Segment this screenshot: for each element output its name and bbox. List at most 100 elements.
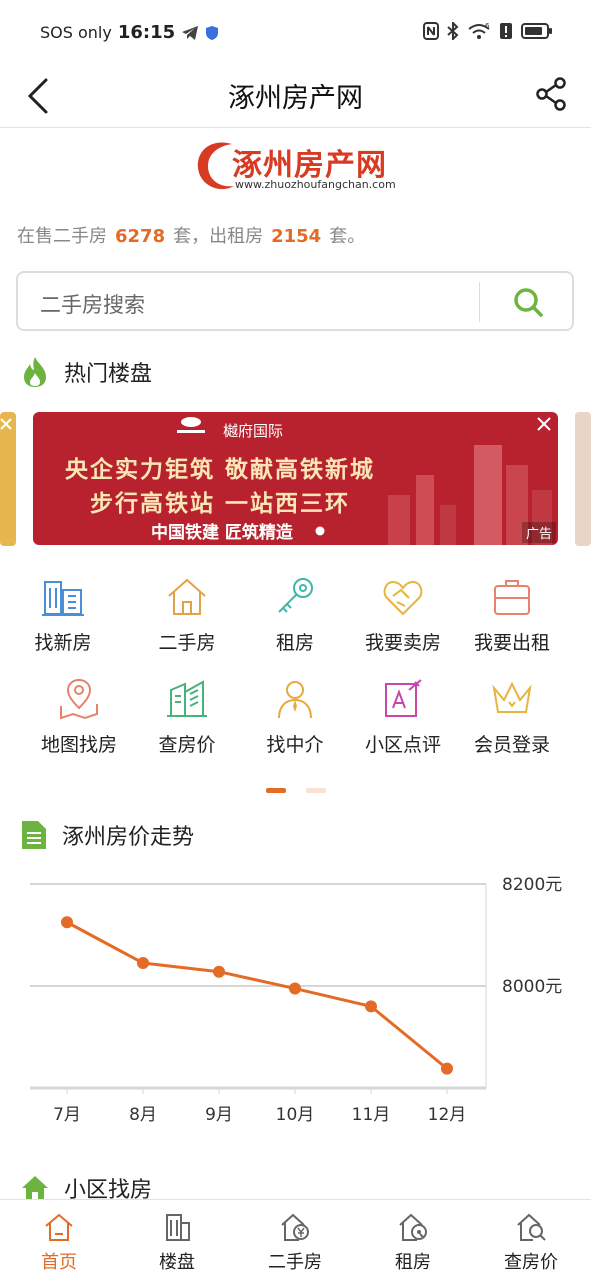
chart-x-tick-label: 7月 <box>53 1105 81 1125</box>
stats-mid: 套，出租房 <box>173 226 264 247</box>
hot-section-title: 热门楼盘 <box>64 362 153 387</box>
menu-item-lease[interactable]: 我要出租 <box>453 576 571 655</box>
yen-house-icon <box>281 1213 309 1241</box>
menu-item-rent[interactable]: 租房 <box>236 576 354 655</box>
stats-prefix: 在售二手房 <box>17 226 107 247</box>
home-icon <box>45 1213 73 1241</box>
crown-icon <box>492 681 532 713</box>
menu-label: 二手房 <box>158 632 216 654</box>
fire-icon <box>24 357 46 387</box>
house-fill-icon <box>22 1176 48 1202</box>
chart-series-line <box>66 920 448 1070</box>
site-logo: 涿州房产网 www.zhuozhoufangchan.com <box>192 136 402 200</box>
menu-label: 找中介 <box>266 734 324 756</box>
search-icon[interactable] <box>512 286 544 318</box>
tab-projects[interactable]: 楼盘 <box>118 1212 236 1274</box>
menu-item-agent[interactable]: 找中介 <box>236 678 354 757</box>
tab-label: 二手房 <box>268 1252 322 1273</box>
chart-x-tick-label: 11月 <box>352 1105 391 1125</box>
chart-x-tick-label: 9月 <box>205 1105 233 1125</box>
chart-data-point <box>441 1062 453 1075</box>
chart-x-tick-label: 12月 <box>428 1105 467 1125</box>
menu-item-sell[interactable]: 我要卖房 <box>344 576 462 655</box>
tab-label: 楼盘 <box>159 1252 195 1273</box>
trend-section-header: 涿州房价走势 <box>20 819 194 851</box>
status-left: SOS only 16:15 <box>40 22 219 43</box>
menu-item-login[interactable]: 会员登录 <box>453 678 571 757</box>
review-icon <box>385 679 422 717</box>
carrier-text: SOS only <box>40 23 112 42</box>
hot-section-header: 热门楼盘 <box>20 356 152 388</box>
search-box[interactable]: 二手房搜索 <box>16 271 574 331</box>
rent-house-icon <box>399 1213 427 1241</box>
banner-ad[interactable]: 樾府国际 央企实力钜筑 敬献高铁新城 步行高铁站 一站西三环 中国铁建 匠筑精造… <box>33 412 558 545</box>
menu-label: 小区点评 <box>364 734 441 756</box>
menu-item-map[interactable]: 地图找房 <box>20 678 138 757</box>
listing-stats: 在售二手房 6278 套，出租房 2154 套。 <box>17 222 365 248</box>
wifi-icon: 6 <box>468 22 490 39</box>
chart-y-tick-label: 8000元 <box>502 977 562 997</box>
price-trend-chart: 8200元 8000元 7月 8月 9月 10月 11月 12月 <box>30 875 562 1125</box>
nfc-icon <box>423 22 439 40</box>
sale-count: 6278 <box>115 226 166 247</box>
pager-dot-active[interactable] <box>266 788 286 793</box>
shield-icon <box>206 25 219 40</box>
menu-item-second-hand[interactable]: 二手房 <box>128 576 246 655</box>
map-pin-icon <box>60 678 98 720</box>
banner-next-peek[interactable] <box>575 412 591 546</box>
alert-icon <box>500 23 512 39</box>
stats-suffix: 套。 <box>329 226 366 247</box>
page-title: 涿州房产网 <box>228 83 363 114</box>
house-icon <box>168 578 206 615</box>
grid-pager <box>266 788 326 793</box>
logo-url: www.zhuozhoufangchan.com <box>235 178 396 191</box>
close-icon[interactable] <box>0 418 12 430</box>
building-icon <box>42 581 84 616</box>
banner-line-3: 中国铁建 匠筑精造 <box>151 523 293 543</box>
menu-item-price[interactable]: 查房价 <box>128 678 246 757</box>
chart-data-point <box>61 916 73 929</box>
menu-label: 我要卖房 <box>364 632 441 654</box>
tower-icon <box>166 1214 190 1241</box>
search-input[interactable]: 二手房搜索 <box>40 289 145 319</box>
bluetooth-icon <box>447 22 459 40</box>
menu-item-new-house[interactable]: 找新房 <box>4 576 122 655</box>
chart-x-tick-label: 10月 <box>276 1105 315 1125</box>
menu-label: 找新房 <box>34 632 92 654</box>
bottom-tab-bar: 首页 楼盘 二手房 租房 查房价 <box>0 1199 591 1280</box>
tab-rent[interactable]: 租房 <box>354 1212 472 1274</box>
chart-x-tick-label: 8月 <box>129 1105 157 1125</box>
pager-dot[interactable] <box>306 788 326 793</box>
rent-count: 2154 <box>271 226 322 247</box>
banner-brand: 樾府国际 <box>223 422 284 440</box>
tab-label: 租房 <box>395 1252 431 1273</box>
clock-text: 16:15 <box>117 22 176 43</box>
menu-label: 会员登录 <box>473 734 550 756</box>
ad-badge: 广告 <box>521 522 556 543</box>
crcc-logo-icon <box>177 417 205 433</box>
menu-label: 我要出租 <box>473 632 550 654</box>
chart-data-point <box>365 1000 377 1013</box>
tab-home[interactable]: 首页 <box>0 1212 118 1274</box>
menu-item-review[interactable]: 小区点评 <box>344 678 462 757</box>
banner-line-1: 央企实力钜筑 敬献高铁新城 <box>65 456 376 483</box>
logo-swirl-icon <box>197 142 234 190</box>
menu-label: 租房 <box>275 632 314 654</box>
network-type-text: 6 <box>485 22 490 30</box>
status-right: 6 <box>423 22 553 40</box>
telegram-icon <box>182 25 199 40</box>
banner-prev-peek[interactable] <box>0 412 16 546</box>
banner-dot-active <box>315 526 325 536</box>
chart-data-point <box>213 965 225 978</box>
tab-price-check[interactable]: 查房价 <box>472 1212 590 1274</box>
tab-label: 查房价 <box>504 1252 558 1273</box>
banner-line-2: 步行高铁站 一站西三环 <box>90 490 351 517</box>
suitcase-icon <box>494 580 530 615</box>
banner-close-icon[interactable] <box>536 416 552 432</box>
share-icon[interactable] <box>533 76 569 112</box>
banner-carousel[interactable]: 樾府国际 央企实力钜筑 敬献高铁新城 步行高铁站 一站西三环 中国铁建 匠筑精造… <box>0 412 591 546</box>
menu-label: 查房价 <box>158 734 216 756</box>
tab-second-hand[interactable]: 二手房 <box>236 1212 354 1274</box>
nav-bar: 涿州房产网 <box>0 62 591 128</box>
menu-label: 地图找房 <box>40 734 117 756</box>
